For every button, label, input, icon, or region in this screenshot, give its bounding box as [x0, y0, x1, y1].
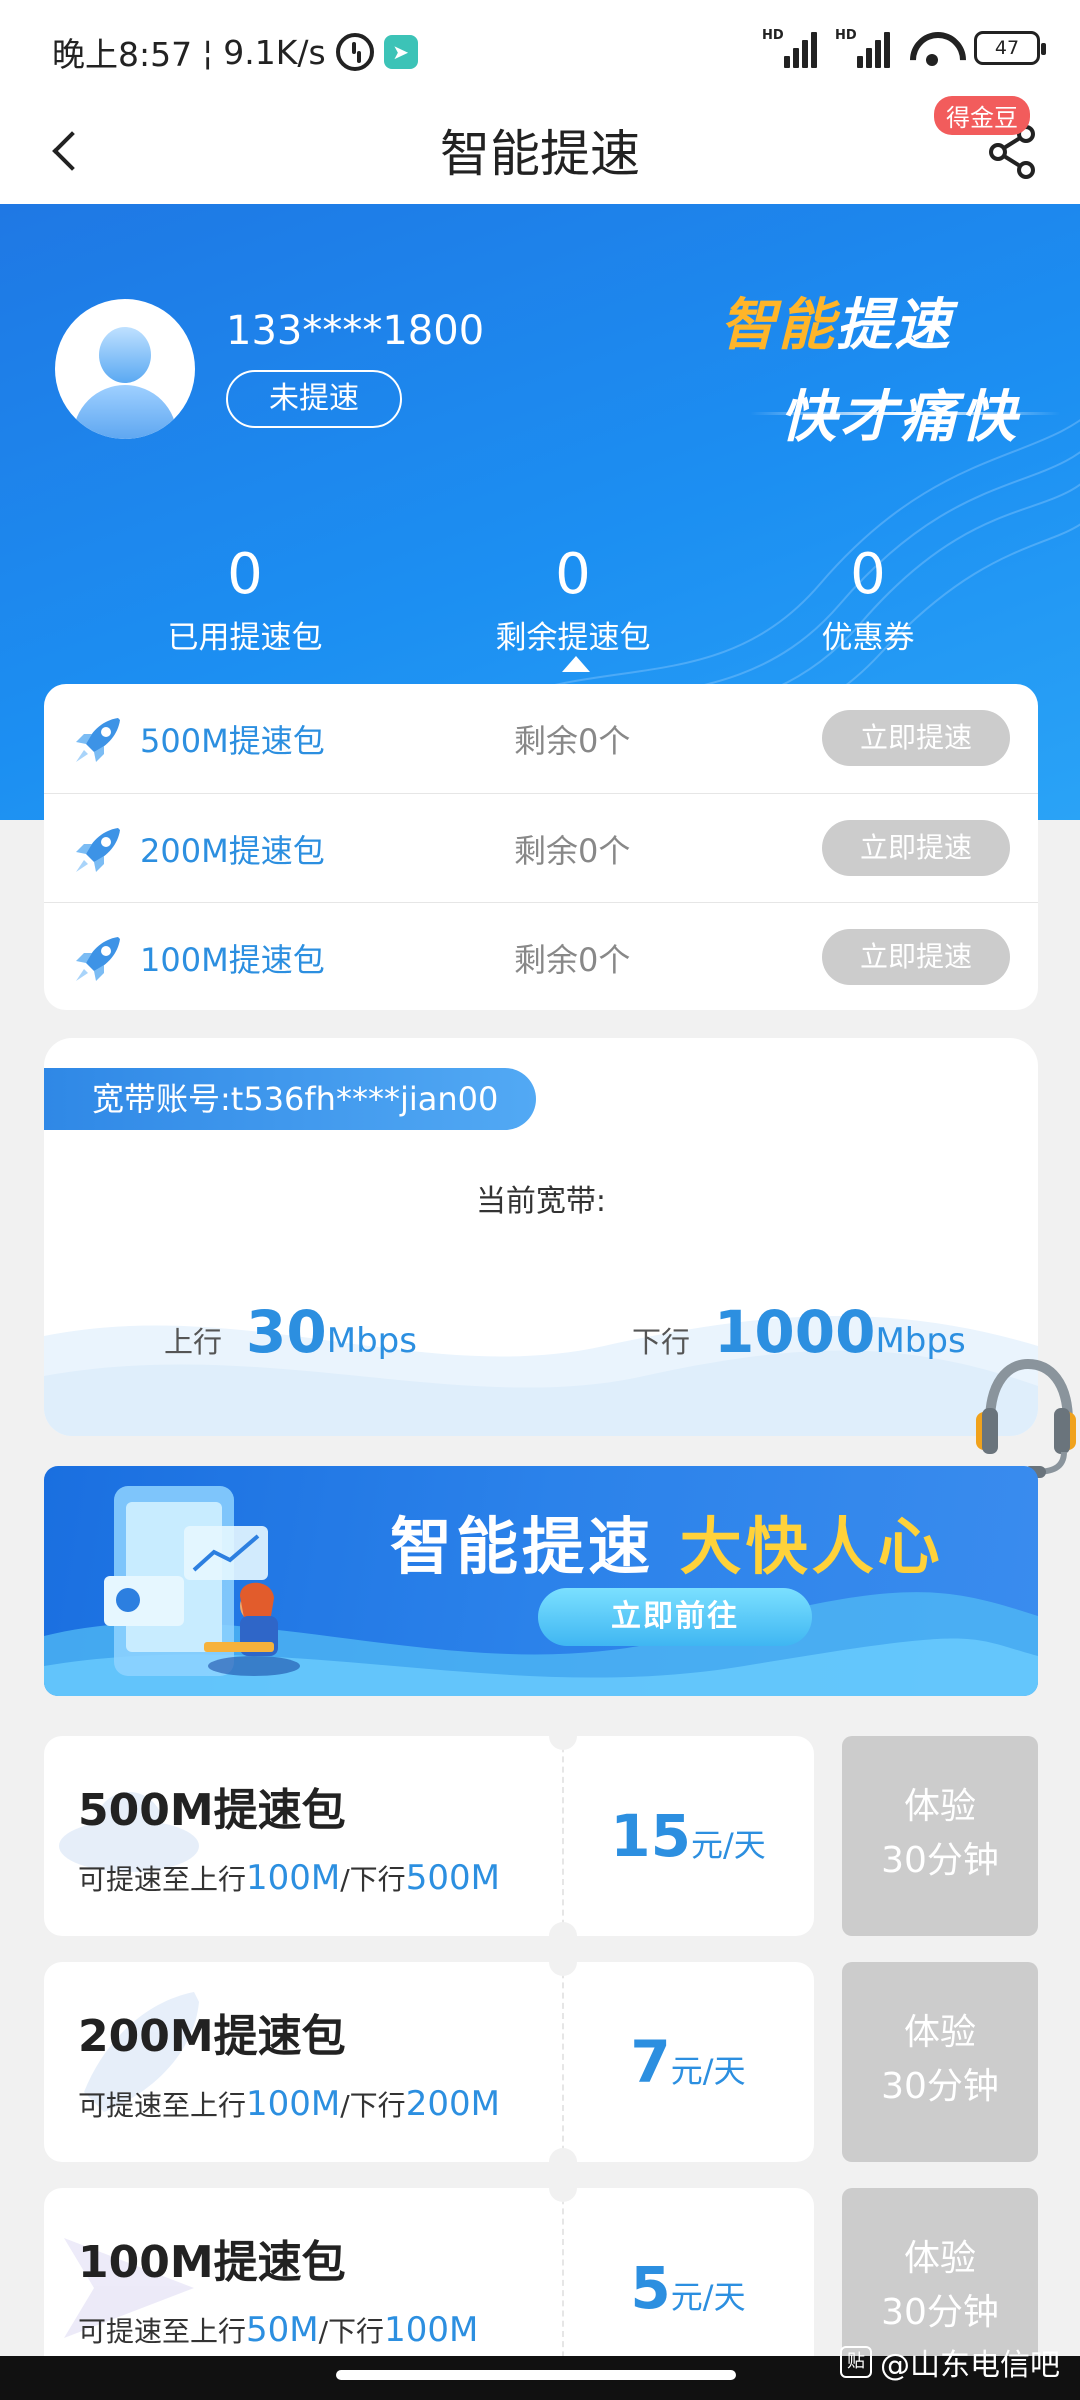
rocket-icon — [76, 828, 120, 872]
offer-card-200m[interactable]: 200M提速包 可提速至上行100M/下行200M 7元/天 — [44, 1962, 814, 2162]
trial-button[interactable]: 体验 30分钟 — [842, 1736, 1038, 1936]
avatar[interactable] — [55, 299, 195, 439]
package-remaining: 剩余0个 — [514, 832, 631, 870]
offer-title: 200M提速包 — [78, 2011, 346, 2062]
speed-up-button[interactable]: 立即提速 — [822, 820, 1010, 876]
offer-title: 500M提速包 — [78, 1785, 346, 1836]
stat-used-packages[interactable]: 0 已用提速包 — [115, 542, 375, 657]
package-name: 500M提速包 — [140, 722, 325, 760]
promo-banner[interactable]: 智能提速 大快人心 立即前往 — [44, 1466, 1038, 1696]
gold-bean-badge[interactable]: 得金豆 — [934, 96, 1030, 135]
offer-price: 5元/天 — [630, 2254, 746, 2322]
broadband-account: 宽带账号:t536fh****jian00 — [44, 1068, 536, 1130]
clock: 晚上8:57 — [52, 35, 193, 74]
battery-icon: 47 — [974, 31, 1046, 65]
stat-remaining-packages[interactable]: 0 剩余提速包 — [443, 542, 703, 657]
package-row: 100M提速包 剩余0个 立即提速 — [44, 902, 1038, 1011]
download-speed: 下行 1000Mbps — [632, 1298, 966, 1366]
tieba-icon: 贴 — [840, 2346, 872, 2378]
phone-number: 133****1800 — [226, 308, 485, 354]
page-title: 智能提速 — [440, 125, 640, 183]
offer-title: 100M提速包 — [78, 2237, 346, 2288]
go-now-button[interactable]: 立即前往 — [538, 1588, 812, 1646]
cell-signal-icon: HD — [762, 28, 817, 68]
selected-stat-pointer — [562, 656, 590, 672]
package-list-card: 500M提速包 剩余0个 立即提速 200M提速包 剩余0个 立即提速 100M… — [44, 684, 1038, 1010]
offer-description: 可提速至上行100M/下行200M — [78, 2084, 500, 2124]
status-bar-right: HD HD 47 — [762, 28, 1046, 68]
separator: ¦ — [202, 32, 214, 72]
share-button[interactable]: 得金豆 — [934, 96, 1042, 186]
offer-card-500m[interactable]: 500M提速包 可提速至上行100M/下行500M 15元/天 — [44, 1736, 814, 1936]
package-name: 100M提速包 — [140, 941, 325, 979]
banner-title: 智能提速 大快人心 — [390, 1510, 944, 1583]
offer-price: 15元/天 — [610, 1802, 766, 1870]
broadband-card: 宽带账号:t536fh****jian00 当前宽带: 上行 30Mbps 下行 1… — [44, 1038, 1038, 1436]
cell-signal-icon-2: HD — [835, 28, 890, 68]
upload-speed: 上行 30Mbps — [164, 1298, 417, 1366]
package-remaining: 剩余0个 — [514, 722, 631, 760]
network-speed: 9.1K/s — [223, 32, 326, 72]
status-bar: 晚上8:57 ¦ 9.1K/s ➤ HD HD 47 — [0, 0, 1080, 96]
slogan-line-2: 快才痛快 — [750, 372, 1060, 453]
speed-up-button[interactable]: 立即提速 — [822, 929, 1010, 985]
package-row: 200M提速包 剩余0个 立即提速 — [44, 793, 1038, 902]
wifi-icon — [908, 28, 956, 68]
package-row: 500M提速包 剩余0个 立即提速 — [44, 684, 1038, 793]
alarm-icon — [335, 33, 374, 71]
source-watermark: 贴 @山东电信吧 — [840, 2340, 1060, 2384]
current-broadband-label: 当前宽带: — [475, 1184, 607, 1219]
package-name: 200M提速包 — [140, 832, 325, 870]
rocket-icon — [76, 718, 120, 762]
slogan-line-1: 智能提速 — [720, 293, 952, 358]
trial-button[interactable]: 体验 30分钟 — [842, 1962, 1038, 2162]
offer-price: 7元/天 — [630, 2028, 746, 2096]
app-header: 智能提速 得金豆 — [0, 96, 1080, 204]
status-bar-left: 晚上8:57 ¦ 9.1K/s ➤ — [52, 28, 418, 76]
home-gesture-handle[interactable] — [336, 2370, 736, 2380]
customer-service-headset-icon[interactable] — [972, 1352, 1080, 1480]
send-app-icon: ➤ — [383, 35, 418, 69]
speed-status-badge: 未提速 — [226, 370, 402, 428]
stat-coupons[interactable]: 0 优惠券 — [738, 542, 998, 657]
speed-up-button[interactable]: 立即提速 — [822, 710, 1010, 766]
package-remaining: 剩余0个 — [514, 941, 631, 979]
offer-description: 可提速至上行100M/下行500M — [78, 1858, 500, 1898]
offer-description: 可提速至上行50M/下行100M — [78, 2310, 479, 2350]
rocket-icon — [76, 937, 120, 981]
